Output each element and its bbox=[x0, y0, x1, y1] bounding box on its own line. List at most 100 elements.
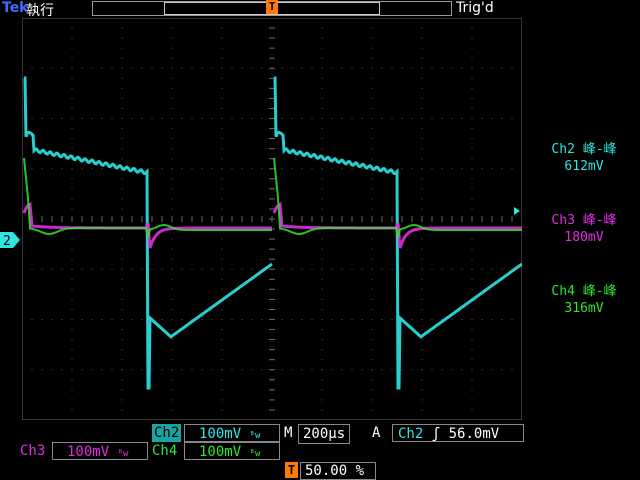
grid-dot bbox=[231, 268, 233, 270]
grid-dot bbox=[471, 77, 473, 79]
grid-dot bbox=[171, 288, 173, 290]
grid-dot bbox=[71, 329, 73, 331]
grid-dot bbox=[481, 118, 483, 119]
grid-dot bbox=[311, 369, 313, 371]
ch3-measure-value: 180mV bbox=[564, 230, 604, 245]
grid-dot bbox=[471, 379, 473, 381]
grid-dot bbox=[371, 128, 373, 130]
grid-dot bbox=[221, 77, 223, 79]
grid-dot bbox=[251, 268, 253, 270]
grid-dot bbox=[31, 268, 33, 270]
grid-dot bbox=[511, 67, 513, 69]
ch4-measurement: Ch4 峰-峰 316mV bbox=[528, 283, 640, 317]
ch2-tag[interactable]: Ch2 bbox=[152, 424, 182, 442]
grid-dot bbox=[371, 399, 373, 401]
acquisition-mode: A bbox=[372, 425, 381, 441]
grid-dot bbox=[391, 369, 393, 371]
grid-dot bbox=[71, 37, 73, 39]
trigger-position-value[interactable]: 50.00 % bbox=[300, 462, 376, 480]
grid-dot bbox=[421, 77, 423, 79]
grid-dot bbox=[421, 67, 423, 69]
grid-dot bbox=[281, 369, 283, 371]
grid-dot bbox=[371, 298, 373, 300]
grid-dot bbox=[371, 329, 373, 331]
grid-dot bbox=[141, 319, 143, 320]
grid-dot bbox=[121, 248, 123, 250]
grid-dot bbox=[111, 118, 113, 119]
grid-dot bbox=[171, 57, 173, 59]
ch2-ground-marker[interactable]: 2 bbox=[0, 232, 20, 248]
grid-dot bbox=[521, 268, 522, 270]
grid-dot bbox=[171, 359, 173, 361]
ch3-measure-label: Ch3 峰-峰 bbox=[551, 213, 617, 228]
grid-dot bbox=[321, 208, 323, 210]
grid-dot bbox=[321, 77, 323, 79]
grid-dot bbox=[221, 178, 223, 180]
grid-dot bbox=[131, 67, 133, 69]
grid-dot bbox=[171, 298, 173, 300]
grid-dot bbox=[121, 97, 123, 99]
grid-dot bbox=[121, 319, 123, 320]
grid-dot bbox=[441, 168, 443, 170]
grid-dot bbox=[121, 27, 123, 29]
grid-dot bbox=[341, 268, 343, 270]
timebase-value[interactable]: 200µs bbox=[298, 424, 351, 444]
grid-dot bbox=[141, 67, 143, 69]
grid-dot bbox=[251, 319, 253, 320]
grid-dot bbox=[321, 349, 323, 351]
ch4-tag[interactable]: Ch4 bbox=[150, 442, 179, 460]
grid-dot bbox=[471, 118, 473, 119]
grid-dot bbox=[421, 409, 423, 411]
ch4-scale[interactable]: 100mV ᴮw bbox=[184, 442, 280, 460]
grid-dot bbox=[351, 268, 353, 270]
grid-dot bbox=[401, 268, 403, 270]
grid-dot bbox=[51, 369, 53, 371]
grid-dot bbox=[491, 268, 493, 270]
grid-dot bbox=[461, 168, 463, 170]
grid-dot bbox=[291, 369, 293, 371]
grid-dot bbox=[131, 319, 133, 320]
grid-dot bbox=[81, 168, 83, 170]
grid-dot bbox=[301, 67, 303, 69]
grid-dot bbox=[201, 168, 203, 170]
grid-dot bbox=[121, 138, 123, 140]
trigger-settings[interactable]: Ch2 ʃ 56.0mV bbox=[392, 424, 524, 442]
grid-dot bbox=[71, 107, 73, 109]
grid-dot bbox=[421, 268, 423, 270]
grid-dot bbox=[31, 319, 33, 320]
grid-dot bbox=[481, 319, 483, 320]
grid-dot bbox=[471, 178, 473, 180]
grid-dot bbox=[251, 168, 253, 170]
grid-dot bbox=[321, 319, 323, 320]
grid-dot bbox=[171, 329, 173, 331]
grid-dot bbox=[421, 379, 423, 381]
grid-dot bbox=[471, 37, 473, 39]
ch3-tag[interactable]: Ch3 bbox=[18, 442, 47, 460]
grid-dot bbox=[421, 238, 423, 240]
grid-dot bbox=[91, 67, 93, 69]
grid-dot bbox=[421, 329, 423, 331]
grid-dot bbox=[421, 37, 423, 39]
grid-dot bbox=[221, 349, 223, 351]
grid-dot bbox=[221, 148, 223, 150]
grid-dot bbox=[171, 268, 173, 270]
grid-dot bbox=[321, 37, 323, 39]
grid-dot bbox=[521, 168, 522, 170]
grid-dot bbox=[381, 268, 383, 270]
grid-dot bbox=[321, 278, 323, 280]
grid-dot bbox=[471, 198, 473, 200]
grid-dot bbox=[431, 168, 433, 170]
grid-dot bbox=[221, 288, 223, 290]
grid-dot bbox=[241, 369, 243, 371]
grid-dot bbox=[61, 369, 63, 371]
grid-dot bbox=[291, 319, 293, 320]
grid-dot bbox=[241, 118, 243, 119]
ch2-scale[interactable]: 100mV ᴮw bbox=[184, 424, 280, 442]
ch3-scale[interactable]: 100mV ᴮw bbox=[52, 442, 148, 460]
grid-dot bbox=[141, 118, 143, 119]
grid-dot bbox=[371, 349, 373, 351]
grid-dot bbox=[221, 319, 223, 320]
settings-bar: Ch2 100mV ᴮw M 200µs A Ch2 ʃ 56.0mV Ch3 … bbox=[0, 420, 640, 480]
grid-dot bbox=[371, 198, 373, 200]
grid-dot bbox=[22, 319, 23, 320]
